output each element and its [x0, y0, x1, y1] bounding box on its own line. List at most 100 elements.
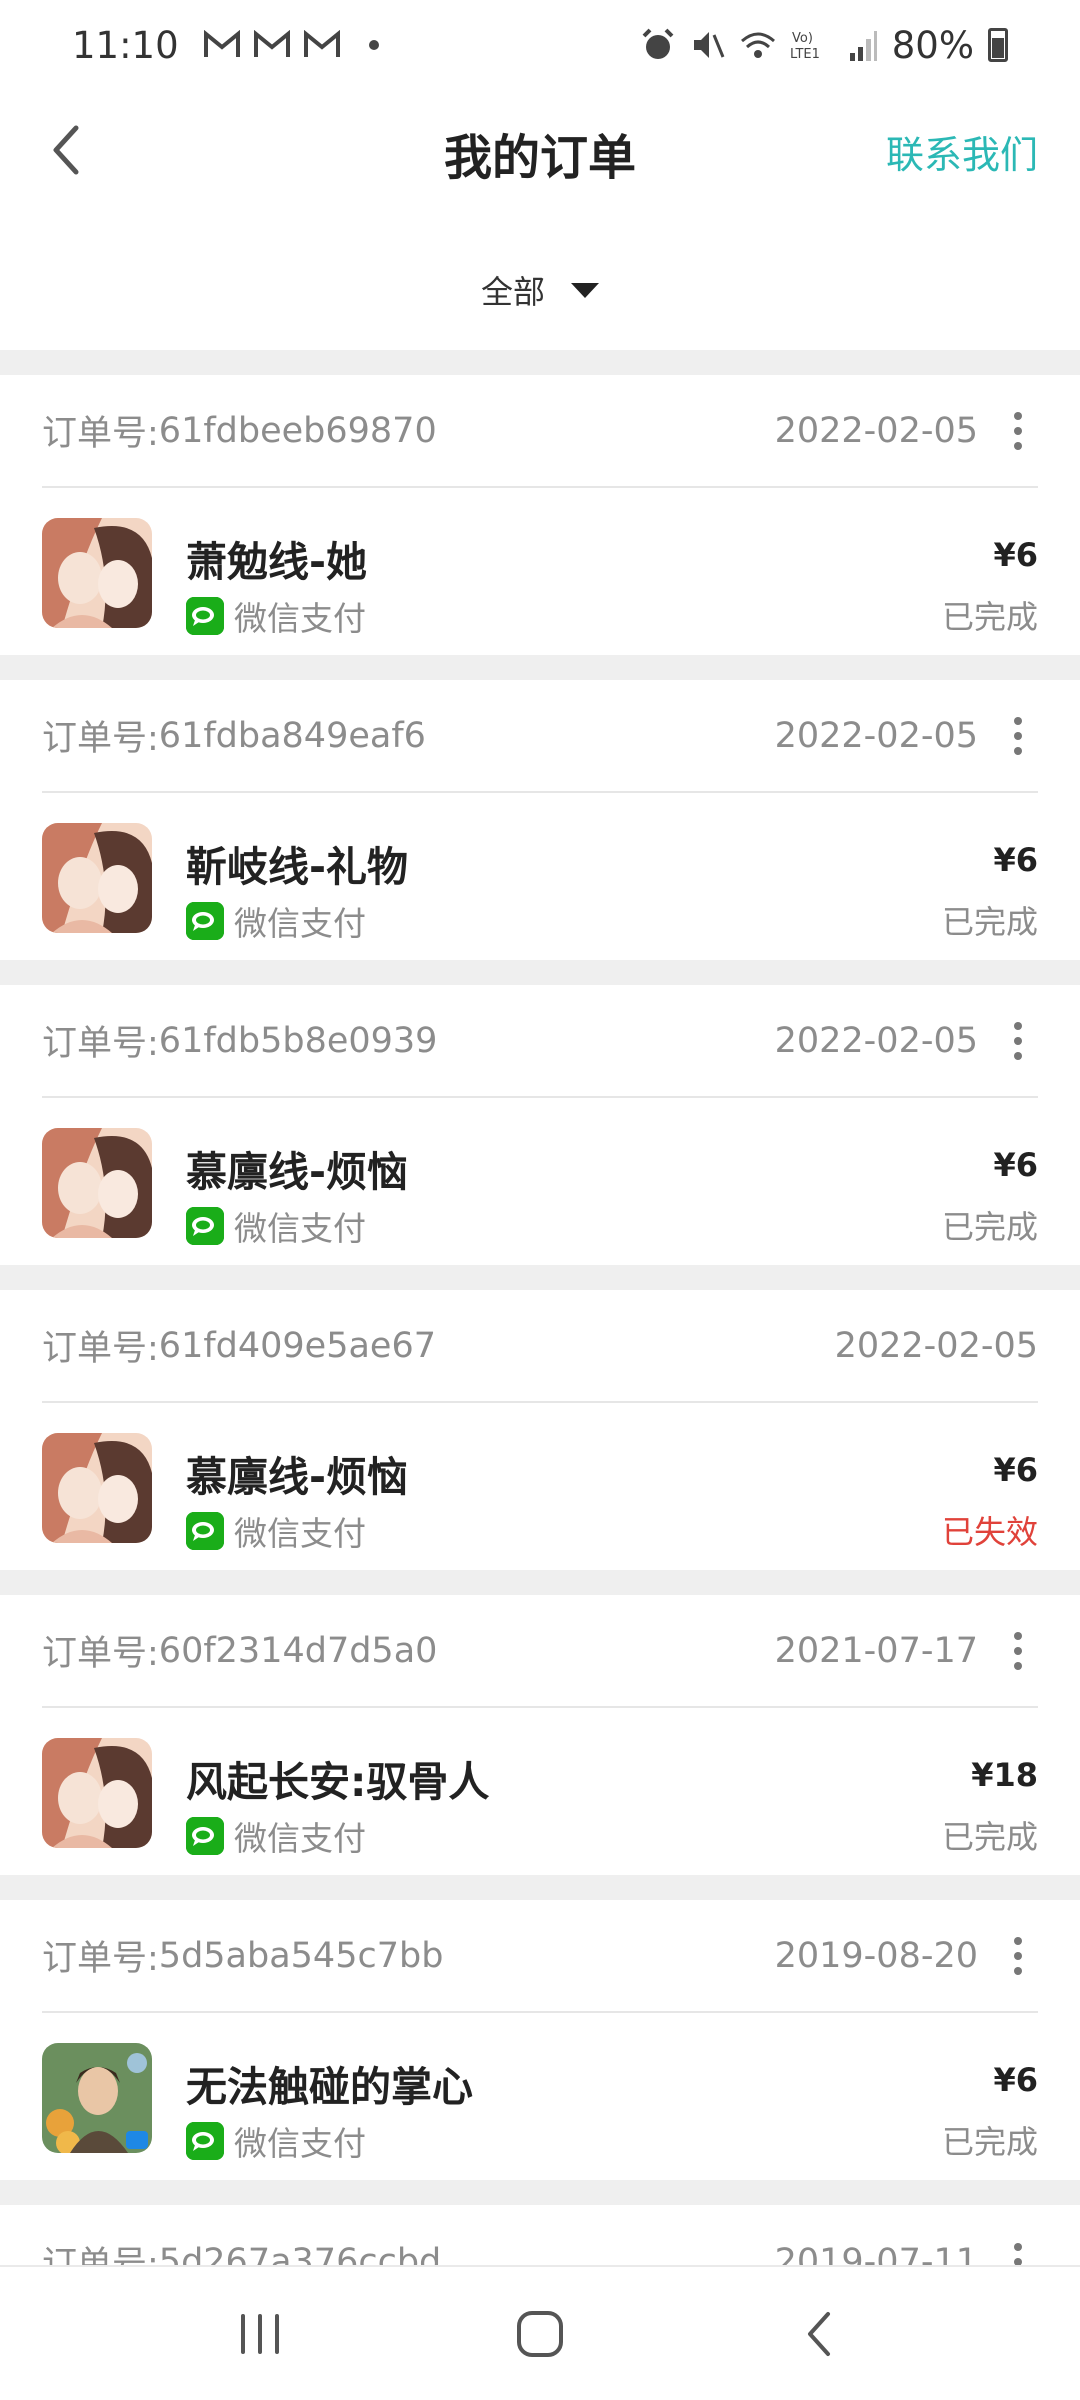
order-number: 61fdb5b8e0939 — [158, 1020, 438, 1061]
order-list: 订单号: 61fdbeeb69870 2022-02-05 萧勉线-她 微信支付 ¥6 已完… — [0, 350, 1080, 2400]
order-number-label: 订单号: — [42, 1939, 159, 1979]
battery-icon — [988, 28, 1008, 62]
order-number: 61fdbeeb69870 — [158, 410, 437, 451]
svg-text:Vo): Vo) — [792, 31, 813, 46]
volte-icon: Vo)LTE1 — [790, 31, 820, 62]
order-number: 61fd409e5ae67 — [158, 1325, 436, 1366]
item-price: ¥18 — [971, 1756, 1038, 1794]
item-title: 风起长安:驭骨人 — [186, 1758, 490, 1806]
order-number-label: 订单号: — [42, 719, 159, 759]
item-title: 慕廪线-烦恼 — [186, 1453, 409, 1501]
order-card[interactable]: 订单号: 60f2314d7d5a0 2021-07-17 风起长安:驭骨人微信支付 ¥… — [0, 1595, 1080, 1875]
order-number-label: 订单号: — [42, 414, 159, 454]
payment-method: 微信支付 — [186, 1812, 366, 1860]
order-number-label: 订单号: — [42, 1024, 159, 1064]
payment-method: 微信支付 — [186, 1202, 366, 1250]
order-date: 2022-02-05 — [774, 715, 978, 756]
recent-apps-icon — [241, 2313, 279, 2354]
payment-label: 微信支付 — [234, 599, 366, 638]
system-back-button[interactable] — [775, 2289, 865, 2379]
order-status: 已完成 — [941, 1818, 1038, 1856]
payment-method: 微信支付 — [186, 2117, 366, 2165]
order-number: 5d5aba545c7bb — [158, 1935, 444, 1976]
filter-label: 全部 — [480, 273, 545, 311]
item-price: ¥6 — [993, 841, 1038, 879]
recent-apps-button[interactable] — [215, 2289, 305, 2379]
order-number: 61fdba849eaf6 — [158, 715, 426, 756]
item-title: 慕廪线-烦恼 — [186, 1148, 409, 1196]
order-item: 慕廪线-烦恼微信支付 ¥6 已失效 — [42, 1403, 1038, 1570]
wechat-pay-icon — [186, 1817, 224, 1855]
order-item: 慕廪线-烦恼 微信支付 ¥6 已完成 — [42, 1098, 1038, 1265]
order-header: 订单号: 61fd409e5ae67 2022-02-05 — [42, 1290, 1038, 1403]
order-card[interactable]: 订单号: 61fdb5b8e0939 2022-02-05 慕廪线-烦恼 微信支付 ¥6 已… — [0, 985, 1080, 1265]
gmail-icon — [303, 30, 340, 57]
list-divider — [0, 960, 1080, 985]
anime-girls-thumbnail — [42, 518, 152, 628]
order-item: 风起长安:驭骨人微信支付 ¥18 已完成 — [42, 1708, 1038, 1875]
item-price: ¥6 — [993, 2061, 1038, 2099]
order-header: 订单号: 60f2314d7d5a0 2021-07-17 — [42, 1595, 1038, 1708]
more-options-button[interactable] — [998, 1931, 1038, 1981]
wechat-pay-icon — [186, 902, 224, 940]
signal-icon — [849, 31, 877, 61]
order-card[interactable]: 订单号: 61fd409e5ae67 2022-02-05 慕廪线-烦恼微信支付 ¥6 已… — [0, 1290, 1080, 1570]
list-divider — [0, 1265, 1080, 1290]
payment-label: 微信支付 — [234, 1209, 366, 1248]
order-header: 订单号: 61fdb5b8e0939 2022-02-05 — [42, 985, 1038, 1098]
order-status: 已失效 — [941, 1513, 1038, 1551]
order-item: 萧勉线-她 微信支付 ¥6 已完成 — [42, 488, 1038, 655]
wechat-pay-icon — [186, 1207, 224, 1245]
anime-girls-thumbnail — [42, 1128, 152, 1238]
status-bar: 11:10 Vo) LTE1 80% — [0, 0, 1080, 90]
order-date: 2021-07-17 — [774, 1630, 978, 1671]
header: 我的订单 联系我们 — [0, 90, 1080, 210]
order-number-label: 订单号: — [42, 1329, 159, 1369]
item-price: ¥6 — [993, 1146, 1038, 1184]
payment-label: 微信支付 — [234, 904, 366, 943]
list-divider — [0, 1875, 1080, 1900]
caret-down-icon — [571, 282, 599, 298]
payment-label: 微信支付 — [234, 1514, 366, 1553]
order-number-label: 订单号: — [42, 1634, 159, 1674]
gmail-icon — [253, 30, 290, 57]
more-options-button[interactable] — [998, 406, 1038, 456]
order-status: 已完成 — [941, 903, 1038, 941]
payment-label: 微信支付 — [234, 2124, 366, 2163]
order-date: 2019-08-20 — [774, 1935, 978, 1976]
item-title: 萧勉线-她 — [186, 538, 368, 586]
payment-method: 微信支付 — [186, 1507, 366, 1555]
order-card[interactable]: 订单号: 5d5aba545c7bb 2019-08-20 无法触碰的掌心 微信支付 ¥6… — [0, 1900, 1080, 2180]
battery-percent: 80% — [891, 23, 974, 67]
home-icon — [517, 2310, 563, 2357]
filter-dropdown[interactable]: 全部 — [0, 240, 1080, 340]
order-number: 60f2314d7d5a0 — [158, 1630, 438, 1671]
svg-text:LTE1: LTE1 — [790, 47, 820, 62]
order-card[interactable]: 订单号: 61fdba849eaf6 2022-02-05 靳岐线-礼物微信支付 ¥6 已… — [0, 680, 1080, 960]
item-price: ¥6 — [993, 1451, 1038, 1489]
list-divider — [0, 1570, 1080, 1595]
back-icon — [808, 2311, 830, 2356]
order-status: 已完成 — [941, 598, 1038, 636]
contact-us-link[interactable]: 联系我们 — [886, 124, 1038, 179]
order-item: 靳岐线-礼物微信支付 ¥6 已完成 — [42, 793, 1038, 960]
home-button[interactable] — [495, 2289, 585, 2379]
list-divider — [0, 655, 1080, 680]
alarm-icon — [642, 28, 674, 59]
system-nav-bar — [0, 2265, 1080, 2400]
wifi-icon — [740, 32, 775, 58]
more-options-button[interactable] — [998, 1016, 1038, 1066]
mute-icon — [693, 32, 725, 58]
payment-method: 微信支付 — [186, 897, 366, 945]
order-card[interactable]: 订单号: 61fdbeeb69870 2022-02-05 萧勉线-她 微信支付 ¥6 已完… — [0, 375, 1080, 655]
anime-girls-thumbnail — [42, 823, 152, 933]
more-options-button[interactable] — [998, 1626, 1038, 1676]
more-options-button[interactable] — [998, 711, 1038, 761]
order-date: 2022-02-05 — [834, 1325, 1038, 1366]
order-date: 2022-02-05 — [774, 410, 978, 451]
payment-label: 微信支付 — [234, 1819, 366, 1858]
item-title: 靳岐线-礼物 — [186, 843, 409, 891]
notification-dot-icon — [368, 40, 379, 50]
status-time: 11:10 — [72, 23, 179, 67]
order-header: 订单号: 5d5aba545c7bb 2019-08-20 — [42, 1900, 1038, 2013]
